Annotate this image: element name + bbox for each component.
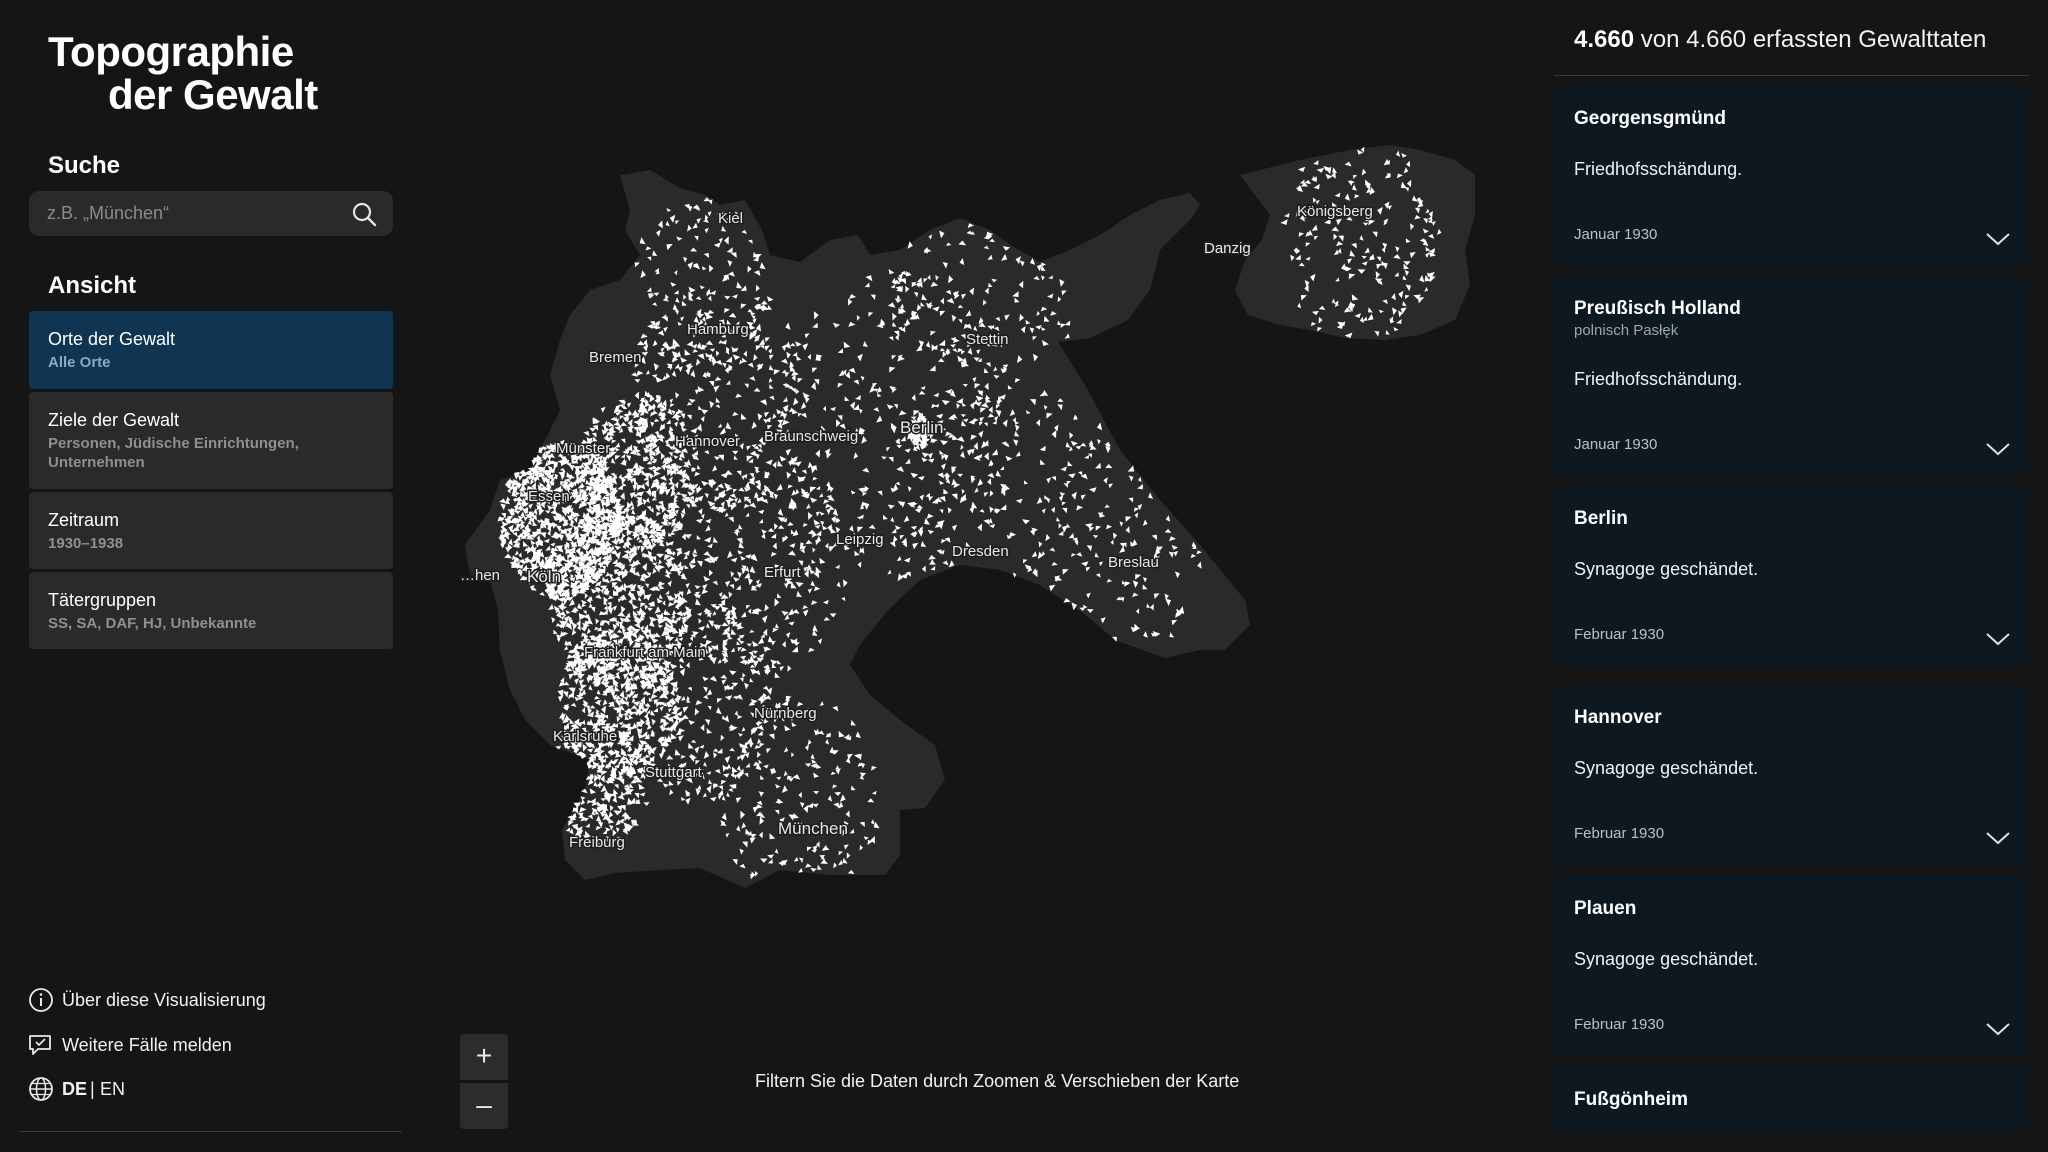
- zoom-in-button[interactable]: +: [460, 1034, 508, 1080]
- view-item-sub: Personen, Jüdische Einrichtungen, Untern…: [48, 435, 299, 471]
- card-date: Januar 1930: [1574, 436, 1658, 453]
- search-icon[interactable]: [351, 201, 377, 227]
- card-place: Preußisch Holland: [1574, 298, 1741, 319]
- east-prussia-landmass: [1235, 145, 1475, 340]
- city-label-stettin: Stettin: [966, 331, 1009, 348]
- card-alt-name: polnisch Pasłęk: [1574, 322, 1679, 339]
- zoom-out-button[interactable]: –: [460, 1083, 508, 1129]
- incident-card[interactable]: Preußisch Holland polnisch Pasłęk Friedh…: [1554, 276, 2029, 476]
- card-description: Friedhofsschändung.: [1574, 369, 1743, 389]
- view-item-sub: SS, SA, DAF, HJ, Unbekannte: [48, 615, 257, 632]
- chevron-down-icon[interactable]: [1985, 231, 2011, 247]
- results-divider: [1554, 75, 2029, 76]
- city-label-berlin: Berlin: [900, 418, 943, 437]
- search-input[interactable]: [29, 191, 347, 236]
- city-label-freiburg: Freiburg: [569, 834, 625, 851]
- view-item-perpetrators[interactable]: Tätergruppen SS, SA, DAF, HJ, Unbekannte: [29, 572, 393, 649]
- chevron-down-icon[interactable]: [1985, 441, 2011, 457]
- city-label-bremen: Bremen: [589, 349, 642, 366]
- site-title: Topographie der Gewalt: [48, 30, 318, 116]
- sidebar: Topographie der Gewalt Suche Ansicht Ort…: [0, 0, 410, 1152]
- city-label-koenigsberg: Königsberg: [1297, 203, 1373, 220]
- site-title-line-2: der Gewalt: [108, 71, 318, 118]
- city-label-kiel: Kiel: [718, 210, 743, 227]
- view-item-targets[interactable]: Ziele der Gewalt Personen, Jüdische Einr…: [29, 392, 393, 489]
- incident-card[interactable]: Berlin Synagoge geschändet. Februar 1930: [1554, 486, 2029, 666]
- view-item-sub: 1930–1938: [48, 535, 124, 552]
- view-item-sub: Alle Orte: [48, 354, 111, 371]
- chat-icon: [29, 1035, 51, 1055]
- view-item-period[interactable]: Zeitraum 1930–1938: [29, 492, 393, 569]
- card-place: Georgensgmünd: [1574, 108, 1727, 129]
- city-label-hamburg: Hamburg: [687, 321, 749, 338]
- lang-de-option[interactable]: DE: [62, 1079, 87, 1100]
- view-item-label: Tätergruppen: [48, 590, 157, 610]
- result-count: 4.660 von 4.660 erfassten Gewalttaten: [1574, 26, 1986, 54]
- info-icon: [29, 988, 53, 1012]
- city-label-stuttgart: Stuttgart: [645, 764, 703, 781]
- card-place: Berlin: [1574, 508, 1628, 529]
- city-label-hannover: Hannover: [675, 433, 740, 450]
- city-label-dresden: Dresden: [952, 543, 1009, 560]
- city-label-muenster: Münster: [556, 440, 610, 457]
- city-label-braunschweig: Braunschweig: [764, 428, 858, 445]
- view-item-label: Ziele der Gewalt: [48, 410, 180, 430]
- lang-separator: |: [90, 1079, 95, 1099]
- map-canvas[interactable]: Kiel Hamburg Bremen Stettin Danzig König…: [410, 0, 1550, 1152]
- view-item-places[interactable]: Orte der Gewalt Alle Orte: [29, 311, 393, 389]
- search-box: [29, 191, 393, 236]
- report-link-label: Weitere Fälle melden: [62, 1035, 232, 1055]
- search-heading: Suche: [48, 152, 121, 179]
- result-count-shown: 4.660: [1574, 26, 1635, 53]
- city-label-frankfurt: Frankfurt am Main: [584, 644, 706, 661]
- map[interactable]: Kiel Hamburg Bremen Stettin Danzig König…: [410, 0, 1550, 1152]
- card-date: Februar 1930: [1574, 626, 1665, 643]
- city-label-erfurt: Erfurt: [764, 564, 802, 581]
- city-label-koeln: Köln: [527, 567, 561, 586]
- card-description: Friedhofsschändung.: [1574, 159, 1743, 179]
- view-item-label: Zeitraum: [48, 510, 120, 530]
- city-label-muenchen: München: [778, 819, 848, 838]
- sidebar-divider: [20, 1131, 402, 1132]
- city-label-nuernberg: Nürnberg: [754, 705, 817, 722]
- city-label-aachen-partial: …hen: [460, 567, 500, 584]
- city-label-danzig: Danzig: [1204, 240, 1251, 257]
- view-item-label: Orte der Gewalt: [48, 329, 176, 349]
- city-label-breslau: Breslau: [1108, 554, 1159, 571]
- city-label-essen: Essen: [528, 488, 570, 505]
- lang-en-option[interactable]: EN: [100, 1079, 125, 1100]
- site-title-line-1: Topographie: [48, 28, 294, 75]
- view-heading: Ansicht: [48, 272, 137, 299]
- globe-icon: [29, 1077, 53, 1101]
- map-hint: Filtern Sie die Daten durch Zoomen & Ver…: [755, 1071, 1240, 1091]
- about-link-label: Über diese Visualisierung: [62, 990, 266, 1010]
- card-date: Januar 1930: [1574, 226, 1658, 243]
- card-description: Synagoge geschändet.: [1574, 559, 1759, 579]
- incident-card[interactable]: Georgensgmünd Friedhofsschändung. Januar…: [1554, 86, 2029, 266]
- result-count-rest: von 4.660 erfassten Gewalttaten: [1640, 26, 1987, 53]
- city-label-karlsruhe: Karlsruhe: [553, 728, 617, 745]
- city-label-leipzig: Leipzig: [836, 531, 884, 548]
